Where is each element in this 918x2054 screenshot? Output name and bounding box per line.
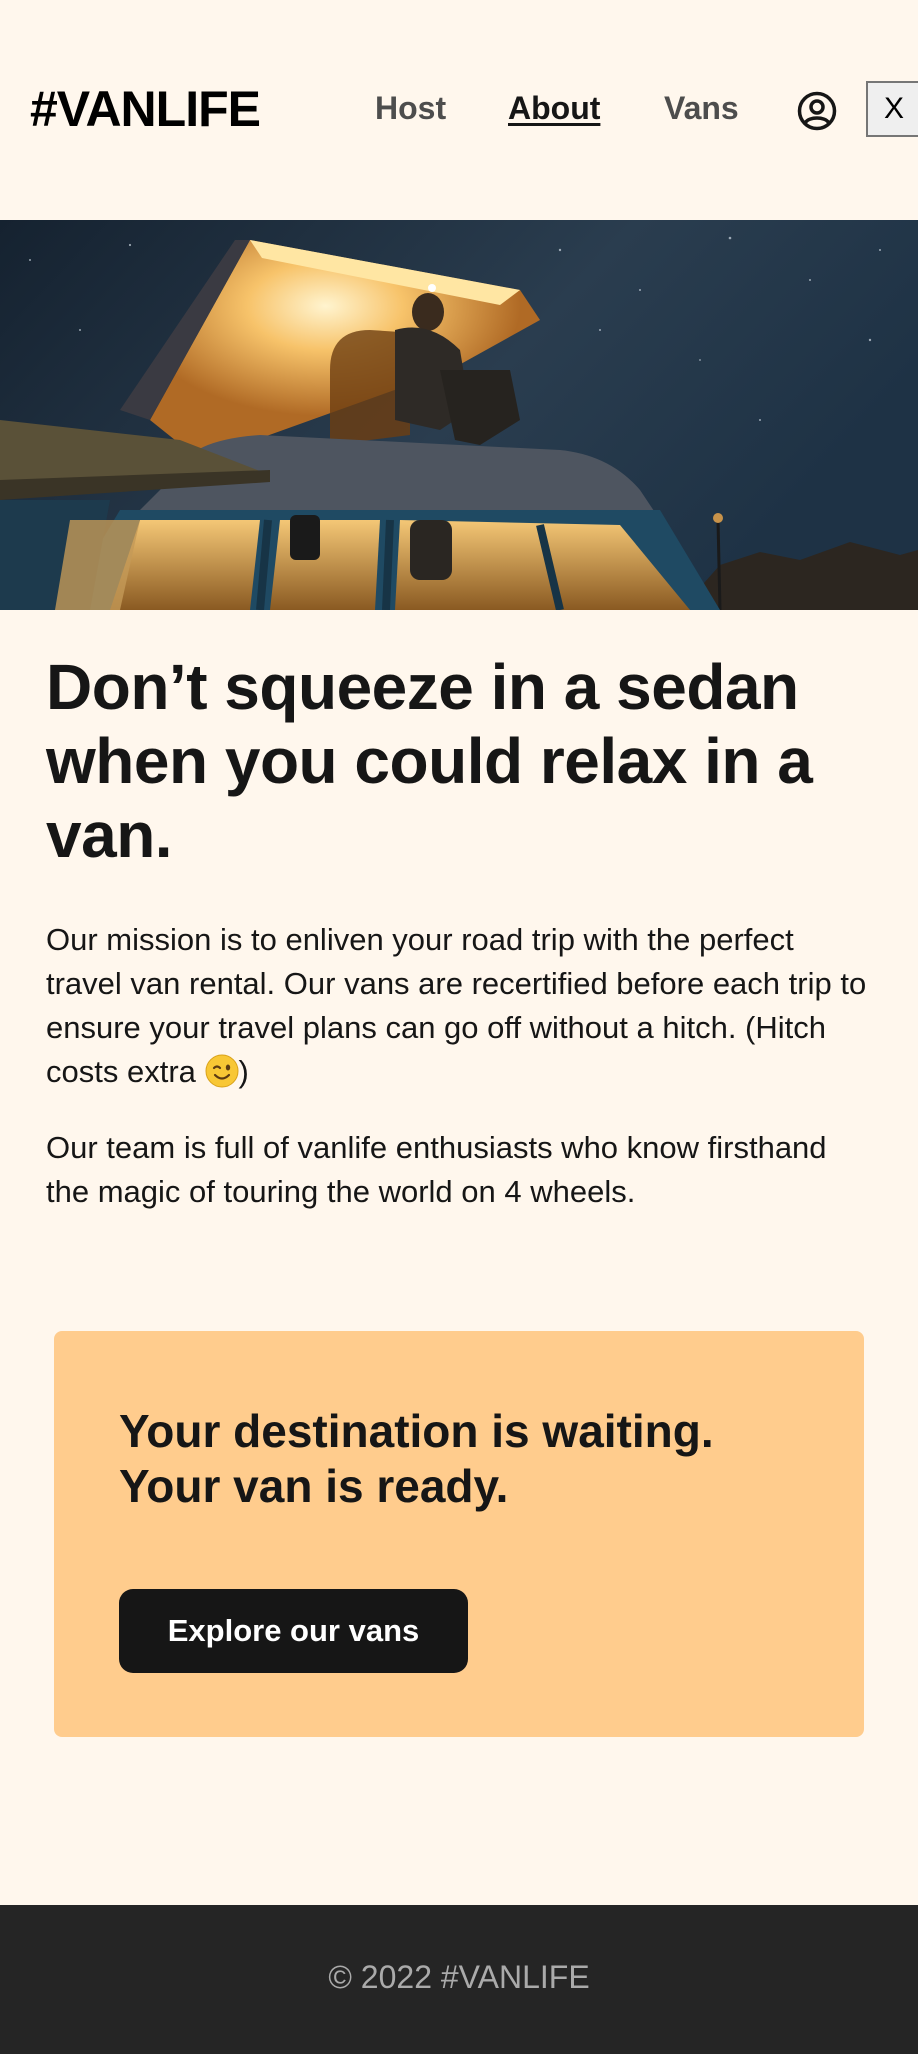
page-headline: Don’t squeeze in a sedan when you could … xyxy=(46,651,813,871)
winking-face-icon xyxy=(205,1054,239,1088)
footer-copyright: © 2022 #VANLIFE xyxy=(328,1959,590,1995)
explore-vans-button[interactable]: Explore our vans xyxy=(119,1589,468,1673)
nav-link-vans[interactable]: Vans xyxy=(664,86,739,130)
mission-text-end: ) xyxy=(238,1054,249,1089)
cta-title-line1: Your destination is waiting. xyxy=(119,1405,714,1457)
nav-link-host[interactable]: Host xyxy=(375,86,446,130)
camper-van-photo xyxy=(0,220,918,610)
about-content: Don’t squeeze in a sedan when you could … xyxy=(46,650,876,1214)
user-circle-icon[interactable] xyxy=(796,90,838,132)
nav-link-about[interactable]: About xyxy=(508,86,600,130)
cta-title-line2: Your van is ready. xyxy=(119,1460,509,1512)
site-header: #VANLIFE Host About Vans X xyxy=(0,0,918,220)
cta-banner: Your destination is waiting. Your van is … xyxy=(54,1331,864,1737)
close-button[interactable]: X xyxy=(866,81,918,137)
mission-text: Our mission is to enliven your road trip… xyxy=(46,922,867,1089)
site-logo[interactable]: #VANLIFE xyxy=(30,76,261,142)
team-paragraph: Our team is full of vanlife enthusiasts … xyxy=(46,1130,827,1209)
hero-image xyxy=(0,220,918,610)
cta-title: Your destination is waiting. Your van is … xyxy=(119,1404,819,1514)
mission-paragraph: Our mission is to enliven your road trip… xyxy=(46,918,876,1094)
site-footer: © 2022 #VANLIFE xyxy=(0,1905,918,2054)
